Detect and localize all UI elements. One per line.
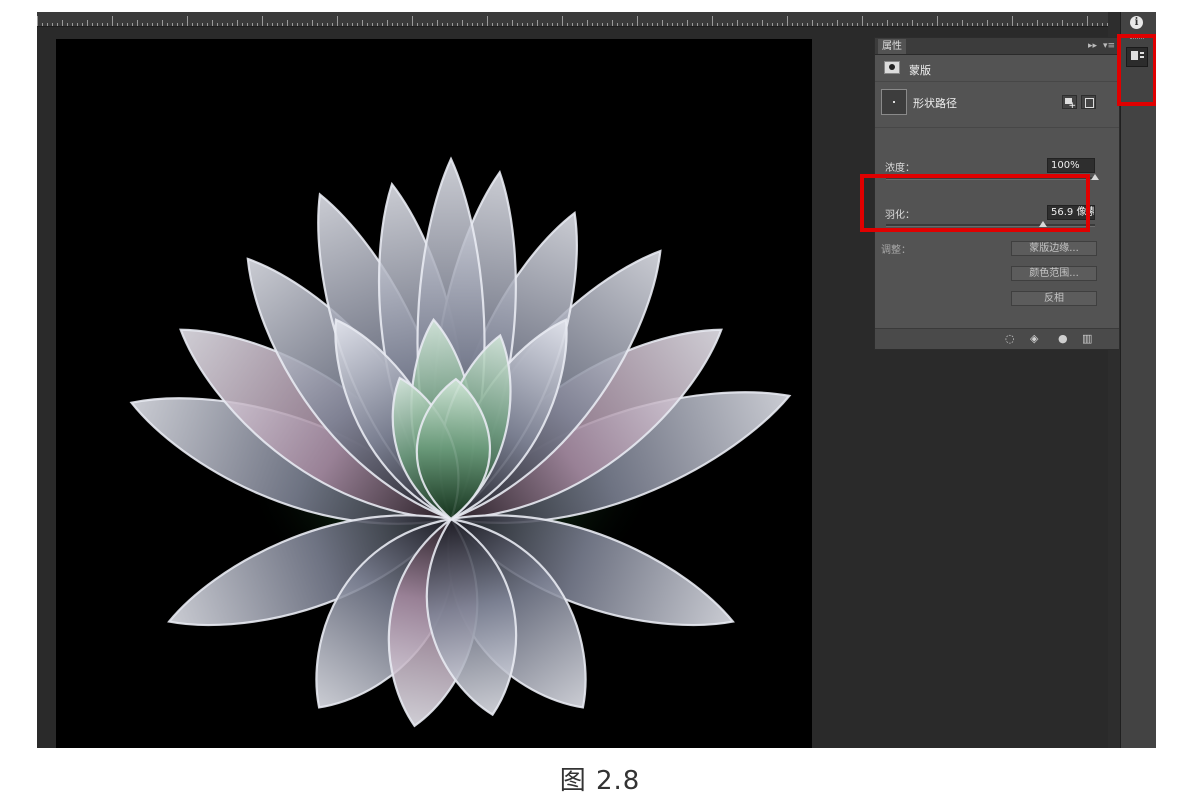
mask-label: 蒙版 (909, 64, 931, 77)
image-canvas[interactable] (56, 39, 812, 748)
collapse-panel-icon[interactable]: ▸▸ (1088, 39, 1097, 53)
add-pixel-mask-icon[interactable] (1062, 95, 1077, 111)
panel-titlebar: 属性 ▸▸ ▾≡ (875, 38, 1119, 55)
shape-path-row: 形状路径 (875, 83, 1119, 128)
lotus-flower-image (129, 156, 792, 728)
right-dock: i (1120, 12, 1156, 748)
color-range-button[interactable]: 颜色范围... (1011, 266, 1097, 281)
adjust-label: 调整： (881, 245, 911, 256)
shape-path-label: 形状路径 (913, 97, 957, 110)
properties-icon-highlight-box (1117, 34, 1156, 106)
info-icon[interactable]: i (1130, 16, 1143, 29)
mask-thumbnail[interactable] (881, 89, 907, 115)
visibility-icon[interactable]: ● (1058, 332, 1068, 345)
panel-footer: ◌ ◈ ● ▥ (875, 328, 1119, 349)
mask-edge-button[interactable]: 蒙版边缘... (1011, 241, 1097, 256)
photoshop-window: 属性 ▸▸ ▾≡ 蒙版 形状路径 浓度： 100% 羽化： 56.9 像素 调整… (37, 12, 1156, 748)
figure-caption: 图 2.8 (559, 766, 641, 796)
panel-menu-icon[interactable]: ▾≡ (1103, 39, 1115, 53)
horizontal-ruler (37, 12, 1117, 27)
load-selection-icon[interactable]: ◌ (1005, 332, 1015, 345)
layer-mask-icon (884, 61, 900, 74)
invert-button[interactable]: 反相 (1011, 291, 1097, 306)
tab-properties[interactable]: 属性 (878, 39, 906, 54)
apply-mask-icon[interactable]: ◈ (1030, 332, 1038, 345)
density-slider-thumb[interactable] (1091, 174, 1099, 180)
add-vector-mask-icon[interactable] (1081, 95, 1096, 109)
feather-highlight-box (860, 174, 1090, 232)
density-input[interactable]: 100% (1047, 158, 1095, 173)
density-label: 浓度： (885, 163, 915, 174)
mask-header: 蒙版 (875, 57, 1119, 82)
delete-icon[interactable]: ▥ (1082, 332, 1092, 345)
